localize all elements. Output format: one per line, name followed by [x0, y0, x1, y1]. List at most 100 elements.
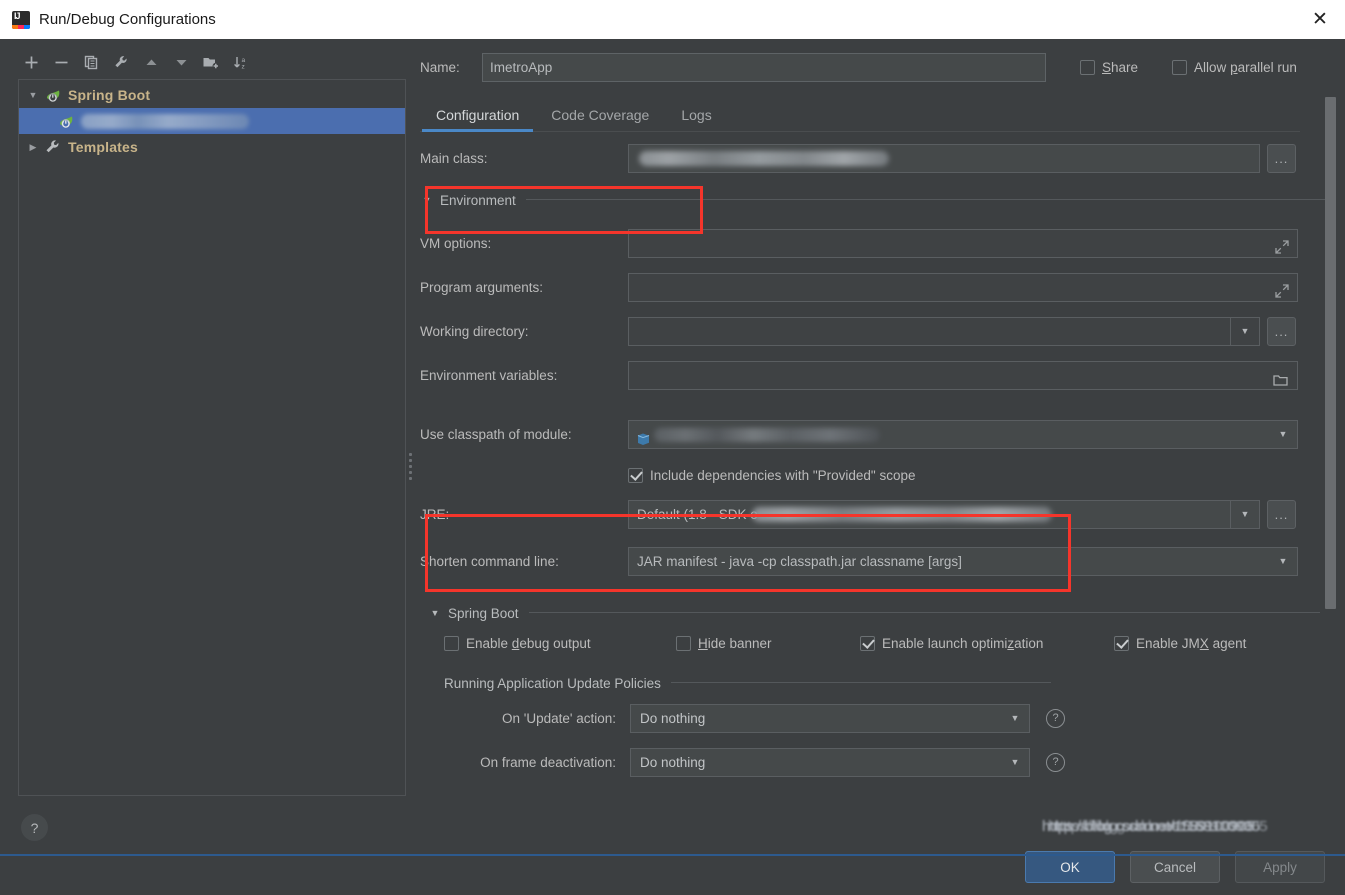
- hide-banner-checkbox-box[interactable]: [676, 635, 691, 651]
- shorten-command-line-combo[interactable]: JAR manifest - java -cp classpath.jar cl…: [628, 547, 1298, 576]
- watermark-text: https://blog.csdn.net/1589100905 https:/…: [1042, 818, 1268, 835]
- configuration-editor-pane: Name: ImetroApp Share Allow parallel run…: [420, 45, 1332, 800]
- move-up-button[interactable]: [137, 48, 165, 76]
- tab-code-coverage[interactable]: Code Coverage: [535, 107, 665, 131]
- expand-editor-icon[interactable]: [1275, 236, 1291, 254]
- program-arguments-input[interactable]: [628, 273, 1298, 302]
- jre-combo[interactable]: Default (1.8 - SDK o ▼: [628, 500, 1260, 529]
- enable-jmx-agent-checkbox[interactable]: Enable JMX agent: [1114, 635, 1247, 651]
- frame-deactivation-row: On frame deactivation: Do nothing ▼ ?: [444, 746, 1332, 778]
- sort-az-icon[interactable]: a z: [227, 48, 255, 76]
- jre-browse-button[interactable]: ...: [1267, 500, 1296, 529]
- remove-configuration-button[interactable]: [47, 48, 75, 76]
- allow-parallel-run-checkbox-box[interactable]: [1172, 59, 1188, 75]
- environment-variables-input[interactable]: [628, 361, 1298, 390]
- enable-launch-optimization-label: Enable launch optimization: [882, 635, 1044, 651]
- tree-node-selected-configuration[interactable]: [19, 108, 405, 134]
- update-policies-group: Running Application Update Policies On '…: [444, 672, 1332, 778]
- jre-value: Default (1.8 - SDK o: [637, 507, 758, 522]
- scrollbar-thumb[interactable]: [1325, 97, 1336, 609]
- chevron-down-icon[interactable]: ▼: [428, 608, 442, 618]
- include-provided-checkbox-box[interactable]: [628, 467, 643, 483]
- allow-parallel-run-label: Allow parallel run: [1194, 59, 1297, 75]
- frame-deactivation-combo[interactable]: Do nothing ▼: [630, 747, 1030, 777]
- enable-jmx-agent-checkbox-box[interactable]: [1114, 635, 1129, 651]
- use-classpath-label: Use classpath of module:: [420, 427, 572, 442]
- tree-node-templates[interactable]: ▶ Templates: [19, 134, 405, 160]
- chevron-down-icon[interactable]: ▼: [1230, 318, 1259, 345]
- include-provided-row: Include dependencies with "Provided" sco…: [420, 462, 1332, 488]
- shorten-command-line-label: Shorten command line:: [420, 554, 559, 569]
- chevron-down-icon[interactable]: ▼: [1001, 749, 1029, 776]
- add-configuration-button[interactable]: [17, 48, 45, 76]
- wrench-icon[interactable]: [107, 48, 135, 76]
- include-provided-checkbox[interactable]: Include dependencies with "Provided" sco…: [628, 467, 916, 483]
- share-checkbox-box[interactable]: [1080, 59, 1095, 75]
- chevron-down-icon[interactable]: ▼: [420, 195, 434, 205]
- spring-boot-section-header[interactable]: ▼ Spring Boot: [428, 602, 1332, 624]
- section-divider: [670, 682, 1051, 684]
- name-input[interactable]: ImetroApp: [482, 52, 1046, 82]
- spring-boot-group: ▼ Spring Boot Enable debug output Hide b…: [420, 602, 1332, 778]
- spring-boot-icon: [57, 112, 75, 130]
- vm-options-input[interactable]: [628, 229, 1298, 258]
- main-class-row: Main class: ...: [420, 142, 1332, 175]
- chevron-down-icon[interactable]: ▼: [1269, 421, 1297, 448]
- copy-configuration-button[interactable]: [77, 48, 105, 76]
- use-classpath-value-redacted: [654, 427, 880, 442]
- configurations-tree[interactable]: ▼ Spring Boot ▶ Templates: [18, 79, 406, 796]
- hide-banner-checkbox[interactable]: Hide banner: [676, 635, 860, 651]
- configurations-toolbar: a z: [14, 45, 406, 79]
- frame-deactivation-label: On frame deactivation:: [480, 754, 616, 770]
- enable-launch-optimization-checkbox-box[interactable]: [860, 635, 875, 651]
- move-down-button[interactable]: [167, 48, 195, 76]
- main-class-input[interactable]: [628, 144, 1260, 173]
- environment-section-header[interactable]: ▼ Environment: [420, 189, 1332, 211]
- folder-icon[interactable]: [1273, 369, 1289, 386]
- working-directory-row: Working directory: ▼ ...: [420, 315, 1332, 348]
- help-button[interactable]: ?: [21, 814, 48, 841]
- chevron-down-icon[interactable]: ▼: [1001, 705, 1029, 732]
- question-circle-icon[interactable]: ?: [1046, 708, 1065, 728]
- question-circle-icon[interactable]: ?: [1046, 752, 1065, 772]
- name-row: Name: ImetroApp Share Allow parallel run: [420, 45, 1332, 89]
- editor-tabs: Configuration Code Coverage Logs: [420, 93, 1300, 132]
- intellij-idea-icon: [12, 10, 30, 29]
- share-checkbox[interactable]: Share: [1080, 59, 1138, 75]
- window-title: Run/Debug Configurations: [39, 11, 216, 28]
- wrench-icon: [44, 138, 62, 156]
- jre-value-redacted: [751, 507, 1052, 522]
- pane-splitter-handle[interactable]: [406, 449, 415, 483]
- enable-debug-output-checkbox-box[interactable]: [444, 635, 459, 651]
- tab-configuration[interactable]: Configuration: [420, 107, 535, 132]
- chevron-down-icon[interactable]: ▼: [1269, 548, 1297, 575]
- main-class-value-redacted: [639, 151, 889, 166]
- working-directory-browse-button[interactable]: ...: [1267, 317, 1296, 346]
- main-class-browse-button[interactable]: ...: [1267, 144, 1296, 173]
- allow-parallel-run-checkbox[interactable]: Allow parallel run: [1172, 59, 1297, 75]
- window-title-bar: Run/Debug Configurations ✕: [0, 0, 1345, 39]
- enable-debug-output-checkbox[interactable]: Enable debug output: [444, 635, 676, 651]
- new-folder-button[interactable]: [197, 48, 225, 76]
- shorten-command-line-row: Shorten command line: JAR manifest - jav…: [420, 545, 1332, 578]
- tab-logs[interactable]: Logs: [665, 107, 727, 131]
- main-class-label: Main class:: [420, 151, 488, 166]
- enable-jmx-agent-label: Enable JMX agent: [1136, 635, 1247, 651]
- editor-scrollbar[interactable]: [1325, 97, 1336, 797]
- section-divider: [528, 612, 1320, 614]
- chevron-down-icon[interactable]: ▼: [1230, 501, 1259, 528]
- use-classpath-combo[interactable]: ▼: [628, 420, 1298, 449]
- chevron-down-icon[interactable]: ▼: [25, 87, 41, 103]
- tree-node-label: Templates: [68, 139, 139, 155]
- close-icon[interactable]: ✕: [1295, 0, 1345, 39]
- chevron-right-icon[interactable]: ▶: [25, 139, 41, 155]
- enable-launch-optimization-checkbox[interactable]: Enable launch optimization: [860, 635, 1114, 651]
- spring-boot-checkbox-row: Enable debug output Hide banner Enable l…: [444, 630, 1332, 656]
- update-policies-title: Running Application Update Policies: [444, 675, 661, 691]
- environment-variables-label: Environment variables:: [420, 368, 558, 383]
- working-directory-input[interactable]: ▼: [628, 317, 1260, 346]
- expand-editor-icon[interactable]: [1275, 280, 1291, 298]
- tree-node-spring-boot[interactable]: ▼ Spring Boot: [19, 82, 405, 108]
- update-action-combo[interactable]: Do nothing ▼: [630, 703, 1030, 733]
- environment-variables-row: Environment variables:: [420, 359, 1332, 392]
